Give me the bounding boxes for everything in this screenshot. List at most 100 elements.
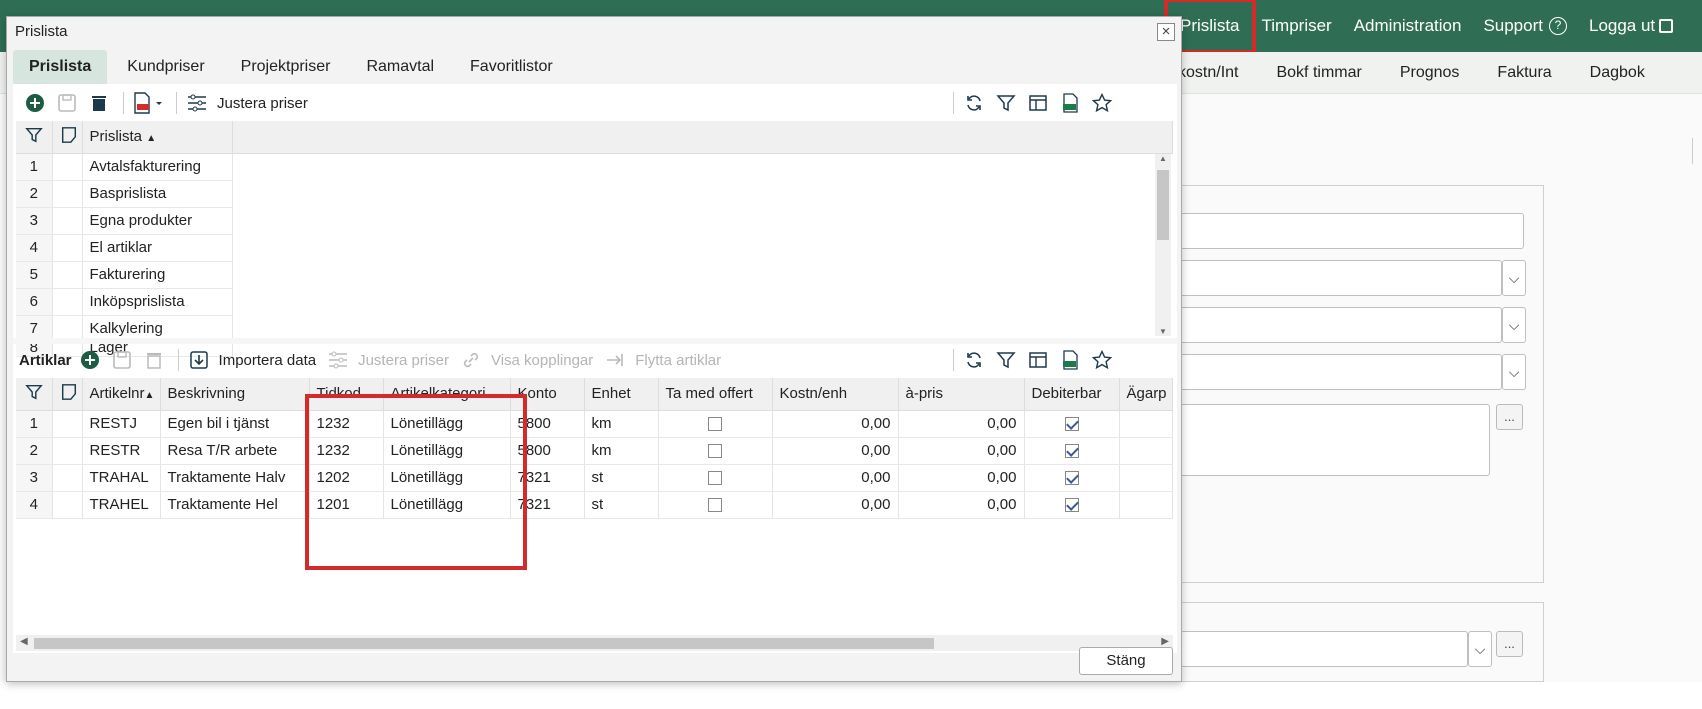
nav-administration[interactable]: Administration — [1354, 16, 1462, 36]
beskrivning-cell[interactable]: Traktamente Hel — [160, 491, 310, 519]
table-row[interactable]: 2 RESTR Resa T/R arbete 1232 Lönetillägg 5800… — [16, 437, 1173, 465]
tidkod-cell[interactable]: 1232 — [309, 437, 384, 465]
artikelkategori-cell[interactable]: Lönetillägg — [383, 437, 511, 465]
table-row[interactable]: 3 TRAHAL Traktamente Halv 1202 Lönetillägg 73… — [16, 464, 1173, 492]
filter-icon[interactable] — [992, 90, 1020, 116]
scrollbar-thumb[interactable] — [34, 638, 934, 649]
scroll-up-icon[interactable]: ▲ — [1155, 154, 1171, 163]
bg-select-1[interactable] — [1180, 260, 1502, 296]
artikelnr-cell[interactable]: RESTJ — [82, 410, 161, 438]
bg-select-4[interactable] — [1180, 631, 1468, 667]
artikelnr-cell[interactable]: TRAHEL — [82, 491, 161, 519]
artikelkategori-cell[interactable]: Lönetillägg — [383, 491, 511, 519]
konto-cell[interactable]: 5800 — [510, 437, 585, 465]
sliders-icon[interactable] — [183, 90, 211, 116]
row-note-cell[interactable] — [52, 180, 83, 208]
delete-icon[interactable] — [140, 347, 168, 373]
tidkod-cell[interactable]: 1202 — [309, 464, 384, 492]
pricelist-name-cell[interactable]: Avtalsfakturering — [82, 153, 233, 181]
row-note-cell[interactable] — [52, 410, 83, 438]
kostn-enh-cell[interactable]: 0,00 — [772, 410, 899, 438]
refresh-icon[interactable] — [960, 347, 988, 373]
columns-icon[interactable] — [1024, 347, 1052, 373]
tab-projektpriser[interactable]: Projektpriser — [225, 50, 347, 84]
debiterbar-cell[interactable] — [1024, 437, 1120, 465]
chevron-down-icon[interactable]: ⌵ — [1502, 307, 1526, 343]
tab-favoritlistor[interactable]: Favoritlistor — [454, 50, 569, 84]
checkbox[interactable] — [1064, 471, 1079, 486]
pricelist-name-cell[interactable]: Egna produkter — [82, 207, 233, 235]
note-icon[interactable] — [52, 121, 83, 154]
beskrivning-cell[interactable]: Traktamente Halv — [160, 464, 310, 492]
pricelist-name-cell[interactable]: Inköpsprislista — [82, 288, 233, 316]
column-header-enhet[interactable]: Enhet — [584, 378, 659, 411]
a-pris-cell[interactable]: 0,00 — [898, 491, 1025, 519]
add-icon[interactable] — [21, 90, 49, 116]
save-icon[interactable] — [53, 90, 81, 116]
scroll-right-icon[interactable]: ▶ — [1161, 636, 1169, 647]
subnav-faktura[interactable]: Faktura — [1497, 64, 1551, 82]
pdf-export-icon[interactable] — [130, 90, 166, 116]
kostn-enh-cell[interactable]: 0,00 — [772, 491, 899, 519]
debiterbar-cell[interactable] — [1024, 410, 1120, 438]
move-icon[interactable] — [601, 347, 629, 373]
checkbox[interactable] — [708, 444, 722, 459]
table-row[interactable]: 1 RESTJ Egen bil i tjänst 1232 Lönetillägg 58… — [16, 410, 1173, 438]
enhet-cell[interactable]: st — [584, 491, 659, 519]
enhet-cell[interactable]: km — [584, 437, 659, 465]
kostn-enh-cell[interactable]: 0,00 — [772, 464, 899, 492]
ta-med-offert-cell[interactable] — [658, 437, 773, 465]
column-header-konto[interactable]: Konto — [510, 378, 585, 411]
kostn-enh-cell[interactable]: 0,00 — [772, 437, 899, 465]
agarp-cell[interactable] — [1119, 437, 1173, 465]
tidkod-cell[interactable]: 1201 — [309, 491, 384, 519]
move-articles-button[interactable]: Flytta artiklar — [635, 352, 721, 369]
pricelist-scrollbar[interactable]: ▲ ▼ — [1155, 154, 1171, 336]
columns-icon[interactable] — [1024, 90, 1052, 116]
bg-select-2[interactable] — [1180, 307, 1502, 343]
bg-more-button[interactable]: ... — [1496, 404, 1523, 430]
chevron-down-icon[interactable]: ⌵ — [1468, 631, 1492, 667]
star-icon[interactable] — [1088, 90, 1116, 116]
subnav-kostn-int[interactable]: kostn/Int — [1178, 64, 1238, 82]
import-data-button[interactable]: Importera data — [219, 352, 317, 369]
star-icon[interactable] — [1088, 347, 1116, 373]
bg-textarea[interactable] — [1180, 404, 1490, 476]
sliders-icon[interactable] — [324, 347, 352, 373]
a-pris-cell[interactable]: 0,00 — [898, 410, 1025, 438]
tab-prislista[interactable]: Prislista — [13, 50, 108, 84]
agarp-cell[interactable] — [1119, 491, 1173, 519]
refresh-icon[interactable] — [960, 90, 988, 116]
agarp-cell[interactable] — [1119, 464, 1173, 492]
beskrivning-cell[interactable]: Egen bil i tjänst — [160, 410, 310, 438]
tab-ramavtal[interactable]: Ramavtal — [350, 50, 450, 84]
adjust-prices-button[interactable]: Justera priser — [217, 95, 308, 112]
artikelkategori-cell[interactable]: Lönetillägg — [383, 410, 511, 438]
filter-icon[interactable] — [16, 378, 53, 411]
column-header-ta-med-offert[interactable]: Ta med offert — [658, 378, 773, 411]
ta-med-offert-cell[interactable] — [658, 410, 773, 438]
checkbox[interactable] — [1064, 444, 1079, 459]
row-note-cell[interactable] — [52, 261, 83, 289]
save-icon[interactable] — [108, 347, 136, 373]
checkbox[interactable] — [708, 498, 722, 513]
beskrivning-cell[interactable]: Resa T/R arbete — [160, 437, 310, 465]
bg-text-field[interactable] — [1180, 213, 1524, 249]
delete-icon[interactable] — [85, 90, 113, 116]
subnav-prognos[interactable]: Prognos — [1400, 64, 1460, 82]
tab-kundpriser[interactable]: Kundpriser — [111, 50, 220, 84]
column-header-artikelkategori[interactable]: Artikelkategori — [383, 378, 511, 411]
tidkod-cell[interactable]: 1232 — [309, 410, 384, 438]
artikelnr-cell[interactable]: TRAHAL — [82, 464, 161, 492]
scrollbar-thumb[interactable] — [1157, 170, 1169, 240]
pricelist-name-cell[interactable]: Basprislista — [82, 180, 233, 208]
nav-support[interactable]: Support? — [1483, 16, 1567, 36]
column-header-debiterbar[interactable]: Debiterbar — [1024, 378, 1120, 411]
column-header-kostn-enh[interactable]: Kostn/enh — [772, 378, 899, 411]
pricelist-name-cell[interactable]: Fakturering — [82, 261, 233, 289]
row-note-cell[interactable] — [52, 288, 83, 316]
row-note-cell[interactable] — [52, 464, 83, 492]
column-header-beskrivning[interactable]: Beskrivning — [160, 378, 310, 411]
row-note-cell[interactable] — [52, 207, 83, 235]
row-note-cell[interactable] — [52, 437, 83, 465]
